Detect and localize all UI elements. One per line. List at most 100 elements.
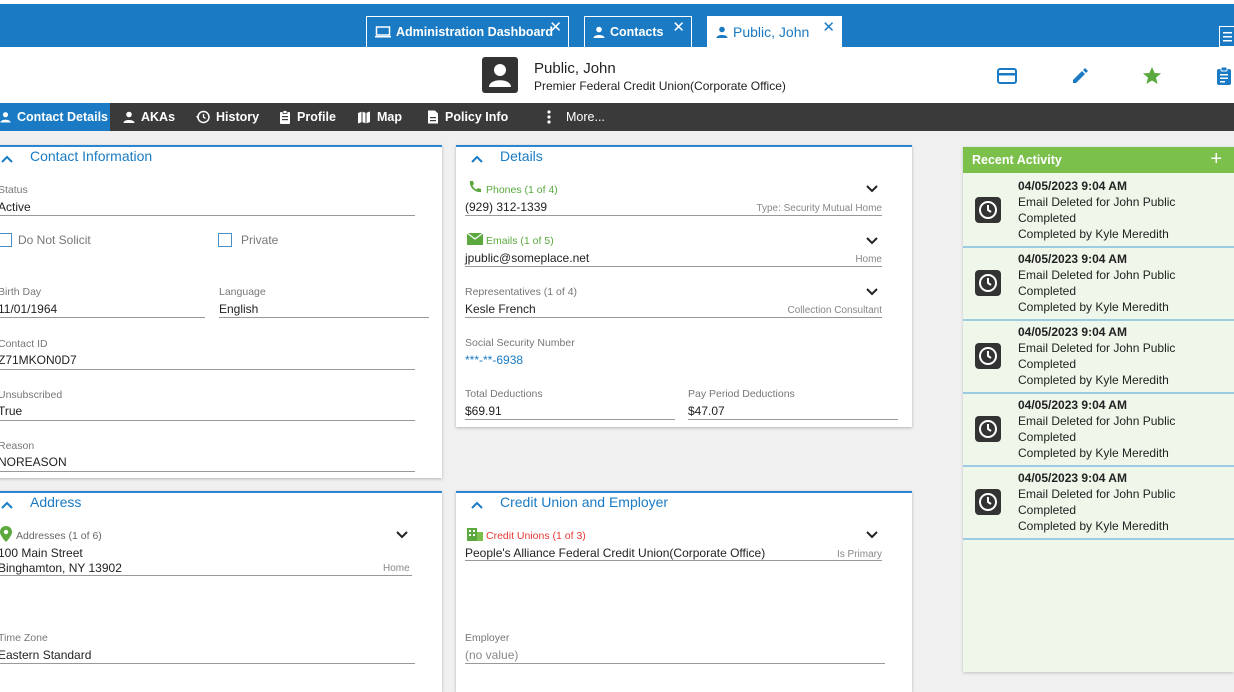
star-icon[interactable]: [1142, 66, 1162, 86]
recent-activity-header: Recent Activity +: [963, 147, 1234, 173]
top-edge: [0, 0, 1234, 4]
recent-activity-panel: Recent Activity + 04/05/2023 9:04 AM Emai…: [963, 147, 1234, 672]
employer-value[interactable]: (no value): [465, 648, 518, 662]
pay-period-value[interactable]: $47.07: [688, 404, 725, 418]
address-type: Home: [383, 563, 410, 574]
activity-date: 04/05/2023 9:04 AM: [1018, 325, 1127, 339]
nav-label: History: [216, 110, 260, 124]
contact-id-value[interactable]: Z71MKON0D7: [0, 353, 77, 367]
nav-label: Contact Details: [17, 110, 108, 124]
tab-contacts[interactable]: Contacts ✕: [584, 16, 692, 47]
card-title: Contact Information: [30, 148, 153, 164]
activity-description: Email Deleted for John Public: [1018, 341, 1176, 355]
clipboard-icon[interactable]: [1214, 66, 1234, 86]
field-underline: [0, 317, 205, 318]
activity-completed-by: Completed by Kyle Meredith: [1018, 519, 1169, 533]
phone-value[interactable]: (929) 312-1339: [465, 200, 547, 214]
tab-public-john[interactable]: Public, John ✕: [707, 16, 842, 47]
card-title: Address: [30, 494, 82, 510]
contact-name: Public, John: [534, 60, 616, 77]
address-line2[interactable]: Binghamton, NY 13902: [0, 561, 122, 575]
kebab-icon: [547, 110, 551, 124]
activity-date: 04/05/2023 9:04 AM: [1018, 179, 1127, 193]
person-icon: [716, 26, 728, 38]
chevron-up-icon[interactable]: [470, 153, 484, 165]
map-icon: [358, 111, 370, 123]
activity-item[interactable]: 04/05/2023 9:04 AM Email Deleted for John…: [963, 321, 1234, 394]
chevron-down-icon[interactable]: [865, 287, 879, 297]
chevron-up-icon[interactable]: [0, 153, 14, 165]
activity-completed-by: Completed by Kyle Meredith: [1018, 373, 1169, 387]
email-type: Home: [855, 254, 882, 265]
activity-status: Completed: [1018, 284, 1077, 298]
birthday-label: Birth Day: [0, 286, 42, 298]
nav-map[interactable]: Map: [357, 103, 402, 131]
close-icon[interactable]: ✕: [672, 18, 685, 36]
close-icon[interactable]: ✕: [549, 18, 562, 36]
field-underline: [0, 369, 415, 370]
chevron-down-icon[interactable]: [865, 184, 879, 194]
language-value[interactable]: English: [219, 302, 258, 316]
nav-contact-details[interactable]: Contact Details: [0, 103, 110, 131]
pencil-icon[interactable]: [1070, 66, 1090, 86]
chevron-up-icon[interactable]: [0, 499, 14, 511]
activity-completed-by: Completed by Kyle Meredith: [1018, 300, 1169, 314]
activity-status: Completed: [1018, 503, 1077, 517]
activity-date: 04/05/2023 9:04 AM: [1018, 471, 1127, 485]
unsubscribed-value[interactable]: True: [0, 404, 22, 418]
field-underline: [465, 317, 882, 318]
person-icon: [123, 111, 135, 123]
field-underline: [465, 266, 882, 267]
document-icon: [428, 110, 438, 124]
total-deductions-value[interactable]: $69.91: [465, 404, 502, 418]
private-checkbox[interactable]: [218, 233, 232, 247]
activity-item[interactable]: 04/05/2023 9:04 AM Email Deleted for John…: [963, 175, 1234, 248]
list-icon: [1223, 32, 1232, 42]
add-icon[interactable]: +: [1210, 148, 1222, 171]
person-icon: [0, 112, 11, 123]
address-line1[interactable]: 100 Main Street: [0, 546, 83, 560]
history-icon: [196, 110, 210, 124]
field-underline: [465, 215, 882, 216]
activity-status: Completed: [1018, 430, 1077, 444]
chevron-down-icon[interactable]: [865, 530, 879, 540]
status-value[interactable]: Active: [0, 200, 31, 214]
ssn-value[interactable]: ***-**-6938: [465, 353, 523, 367]
representative-type: Collection Consultant: [787, 305, 883, 316]
do-not-solicit-checkbox[interactable]: [0, 233, 12, 247]
chevron-down-icon[interactable]: [395, 530, 409, 540]
credit-unions-label: Credit Unions (1 of 3): [486, 530, 586, 542]
building-icon: [467, 528, 483, 541]
chevron-up-icon[interactable]: [470, 499, 484, 511]
close-icon[interactable]: ✕: [822, 18, 835, 36]
card-icon[interactable]: [997, 66, 1017, 86]
activity-item[interactable]: 04/05/2023 9:04 AM Email Deleted for John…: [963, 394, 1234, 467]
timezone-value[interactable]: Eastern Standard: [0, 648, 91, 662]
chevron-down-icon[interactable]: [865, 236, 879, 246]
nav-history[interactable]: History: [196, 103, 259, 131]
email-value[interactable]: jpublic@someplace.net: [465, 251, 589, 265]
status-label: Status: [0, 184, 28, 196]
details-card: Details Phones (1 of 4) (929) 312-1339 T…: [456, 145, 912, 427]
activity-date: 04/05/2023 9:04 AM: [1018, 252, 1127, 266]
activity-item[interactable]: 04/05/2023 9:04 AM Email Deleted for John…: [963, 248, 1234, 321]
address-card: Address Addresses (1 of 6) 100 Main Stre…: [0, 491, 442, 692]
nav-akas[interactable]: AKAs: [123, 103, 175, 131]
credit-union-value[interactable]: People's Alliance Federal Credit Union(C…: [465, 546, 765, 560]
contact-id-label: Contact ID: [0, 338, 48, 350]
birthday-value[interactable]: 11/01/1964: [0, 302, 57, 316]
reason-value[interactable]: NOREASON: [0, 455, 67, 469]
nav-label: Map: [377, 110, 402, 124]
representative-value[interactable]: Kesle French: [465, 302, 536, 316]
tab-administration-dashboard[interactable]: Administration Dashboard ✕: [366, 16, 569, 47]
tab-list-button[interactable]: [1219, 26, 1234, 47]
field-underline: [465, 419, 675, 420]
clock-icon: [975, 416, 1001, 442]
field-underline: [0, 575, 412, 576]
nav-profile[interactable]: Profile: [279, 103, 336, 131]
phone-icon: [469, 181, 481, 193]
card-title: Credit Union and Employer: [500, 494, 669, 510]
nav-policy-info[interactable]: Policy Info: [427, 103, 508, 131]
activity-item[interactable]: 04/05/2023 9:04 AM Email Deleted for John…: [963, 467, 1234, 540]
nav-more[interactable]: More...: [546, 103, 605, 131]
